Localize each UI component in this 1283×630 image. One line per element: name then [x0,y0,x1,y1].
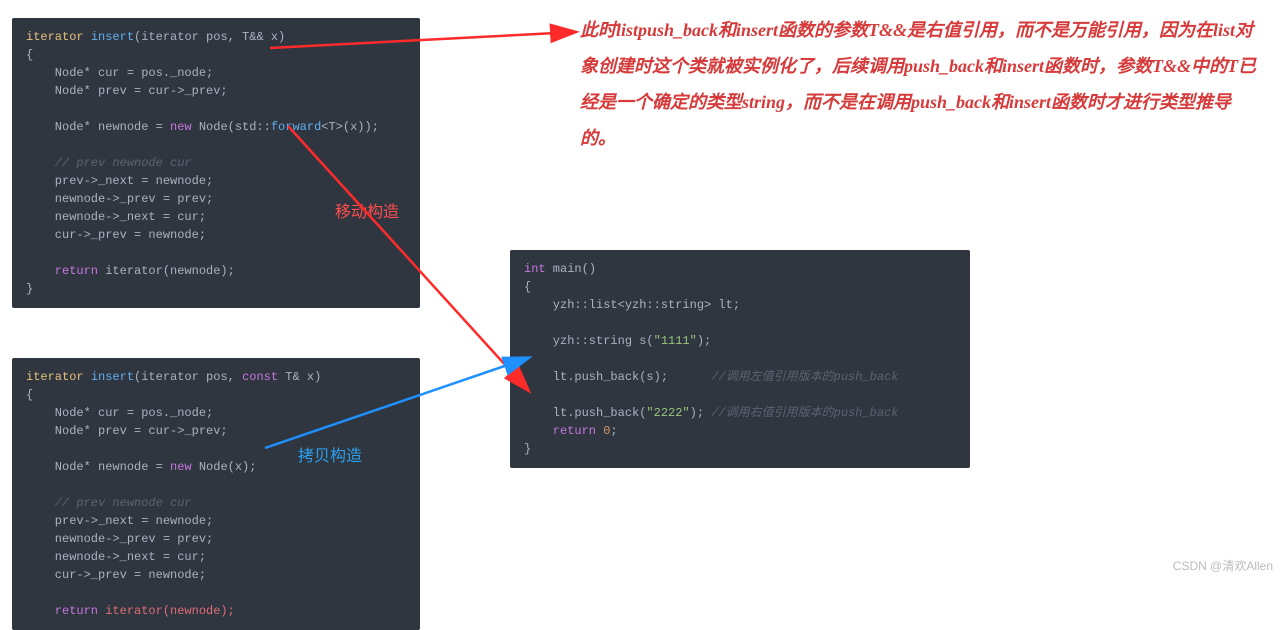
code-block-main: int main() { yzh::list<yzh::string> lt; … [510,250,970,468]
code-text: Node* cur = pos._node; [26,66,213,80]
code-text: newnode->_prev = prev; [26,192,213,206]
code-text: { [26,48,33,62]
code-text: const [242,370,278,384]
code-text: ); [697,334,711,348]
code-text: return [524,424,596,438]
code-text: "1111" [654,334,697,348]
label-copy-construct: 拷贝构造 [298,442,362,466]
code-text: newnode->_next = cur; [26,550,206,564]
code-text: (iterator pos, [134,370,242,384]
code-text: { [524,280,531,294]
code-text: Node* prev = cur->_prev; [26,424,228,438]
code-comment: // prev newnode cur [26,156,192,170]
code-text: ; [610,424,617,438]
code-text: new [170,120,192,134]
code-text: return [26,264,98,278]
code-text: { [26,388,33,402]
code-text: Node(std:: [192,120,271,134]
explanation-text: 此时listpush_back和insert函数的参数T&&是右值引用，而不是万… [580,12,1260,156]
code-text: iterator [26,30,91,44]
code-text: } [524,442,531,456]
code-text: newnode->_next = cur; [26,210,206,224]
code-text: Node(x); [192,460,257,474]
label-move-construct: 移动构造 [335,198,399,222]
code-text: Node* prev = cur->_prev; [26,84,228,98]
code-text: insert [91,370,134,384]
code-text: prev->_next = newnode; [26,174,213,188]
code-text: iterator(newnode); [98,264,235,278]
code-text: new [170,460,192,474]
code-text: forward [271,120,321,134]
code-text: yzh::string s( [524,334,654,348]
code-text: } [26,282,33,296]
code-comment: //调用右值引用版本的push_back [711,406,898,420]
code-text: iterator [26,370,91,384]
code-text: insert [91,30,134,44]
code-text: (iterator pos, T&& x) [134,30,285,44]
code-text: <T>(x)); [321,120,379,134]
code-comment: // prev newnode cur [26,496,192,510]
code-text: Node* newnode = [26,460,170,474]
code-comment: //调用左值引用版本的push_back [668,370,898,384]
code-text: main() [546,262,596,276]
code-text: return [26,604,98,618]
code-text: cur->_prev = newnode; [26,568,206,582]
code-text: ); [690,406,712,420]
code-text: iterator(newnode); [98,604,235,618]
code-text: "2222" [646,406,689,420]
watermark: CSDN @清欢Allen [1173,557,1273,574]
code-text: lt.push_back( [524,406,646,420]
code-text: Node* newnode = [26,120,170,134]
code-text: prev->_next = newnode; [26,514,213,528]
code-text: cur->_prev = newnode; [26,228,206,242]
code-text: T& x) [278,370,321,384]
code-block-insert-rvalue: iterator insert(iterator pos, T&& x) { N… [12,18,420,308]
code-text: Node* cur = pos._node; [26,406,213,420]
code-block-insert-lvalue: iterator insert(iterator pos, const T& x… [12,358,420,630]
code-text: newnode->_prev = prev; [26,532,213,546]
code-text: lt.push_back(s); [524,370,668,384]
code-text: int [524,262,546,276]
code-text: yzh::list<yzh::string> lt; [524,298,740,312]
